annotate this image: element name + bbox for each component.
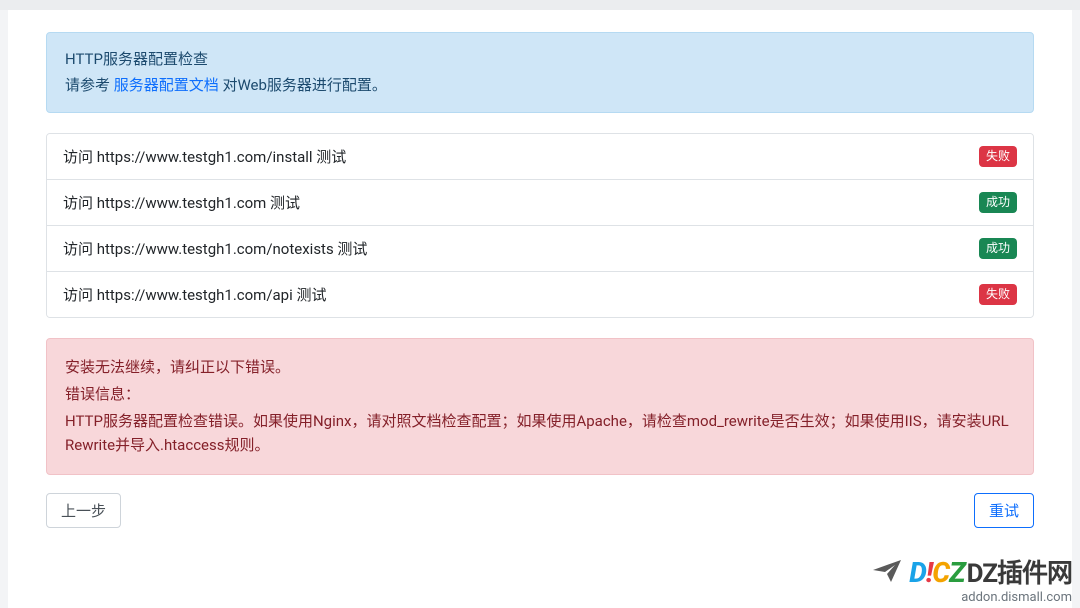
status-badge: 成功 (979, 192, 1017, 212)
check-item: 访问 https://www.testgh1.com/install 测试 失败 (47, 134, 1033, 180)
check-item: 访问 https://www.testgh1.com/api 测试 失败 (47, 272, 1033, 317)
check-label: 访问 https://www.testgh1.com/install 测试 (63, 146, 346, 167)
info-alert: HTTP服务器配置检查 请参考 服务器配置文档 对Web服务器进行配置。 (46, 32, 1034, 113)
doc-link[interactable]: 服务器配置文档 (114, 76, 219, 94)
button-row: 上一步 重试 (46, 493, 1034, 528)
check-label: 访问 https://www.testgh1.com/notexists 测试 (63, 238, 367, 259)
error-line: HTTP服务器配置检查错误。如果使用Nginx，请对照文档检查配置；如果使用Ap… (65, 409, 1015, 459)
check-label: 访问 https://www.testgh1.com 测试 (63, 192, 300, 213)
status-badge: 失败 (979, 284, 1017, 304)
error-line: 错误信息： (65, 382, 1015, 407)
check-list: 访问 https://www.testgh1.com/install 测试 失败… (46, 133, 1034, 318)
info-alert-body: 请参考 服务器配置文档 对Web服务器进行配置。 (65, 73, 1015, 99)
check-item: 访问 https://www.testgh1.com 测试 成功 (47, 180, 1033, 226)
prev-button[interactable]: 上一步 (46, 493, 121, 528)
retry-button[interactable]: 重试 (974, 493, 1034, 528)
info-alert-suffix: 对Web服务器进行配置。 (219, 76, 387, 94)
info-alert-prefix: 请参考 (65, 76, 114, 94)
page-container: HTTP服务器配置检查 请参考 服务器配置文档 对Web服务器进行配置。 访问 … (8, 10, 1072, 608)
check-item: 访问 https://www.testgh1.com/notexists 测试 … (47, 226, 1033, 272)
top-strip (0, 0, 1080, 10)
error-alert: 安装无法继续，请纠正以下错误。 错误信息： HTTP服务器配置检查错误。如果使用… (46, 338, 1034, 475)
error-line: 安装无法继续，请纠正以下错误。 (65, 355, 1015, 380)
status-badge: 失败 (979, 146, 1017, 166)
status-badge: 成功 (979, 238, 1017, 258)
check-label: 访问 https://www.testgh1.com/api 测试 (63, 284, 326, 305)
info-alert-title: HTTP服务器配置检查 (65, 47, 1015, 73)
